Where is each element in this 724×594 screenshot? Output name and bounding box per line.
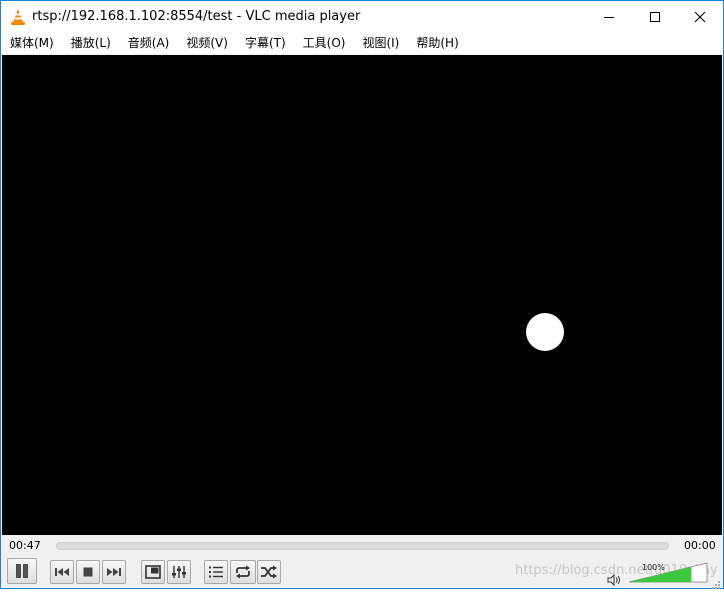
play-pause-button[interactable]	[7, 558, 37, 584]
volume-label: 100%	[642, 563, 665, 572]
stop-button[interactable]	[76, 560, 100, 584]
close-button[interactable]	[677, 1, 723, 32]
vlc-cone-icon[interactable]	[9, 8, 27, 26]
vlc-window: rtsp://192.168.1.102:8554/test - VLC med…	[0, 0, 724, 589]
speaker-icon[interactable]	[607, 571, 621, 590]
minimize-button[interactable]	[586, 1, 632, 32]
controls-panel: 00:47 00:00 https://blog.csdn.net/u010vi…	[1, 535, 723, 590]
resize-grip-icon[interactable]	[711, 575, 721, 594]
video-white-circle	[526, 313, 564, 351]
menu-tools[interactable]: 工具(O)	[294, 32, 354, 54]
shuffle-button[interactable]	[257, 560, 281, 584]
menu-playback[interactable]: 播放(L)	[62, 32, 119, 54]
previous-button[interactable]	[50, 560, 74, 584]
menu-view[interactable]: 视图(I)	[353, 32, 407, 54]
menu-video[interactable]: 视频(V)	[177, 32, 236, 54]
close-icon	[694, 11, 706, 22]
menu-media[interactable]: 媒体(M)	[1, 32, 62, 54]
window-title: rtsp://192.168.1.102:8554/test - VLC med…	[32, 9, 361, 24]
extended-settings-icon	[172, 566, 186, 578]
minimize-icon	[604, 16, 614, 18]
shuffle-icon	[261, 565, 277, 579]
loop-button[interactable]	[230, 560, 256, 584]
seek-bar[interactable]	[56, 542, 669, 550]
fullscreen-button[interactable]	[141, 560, 165, 584]
pause-icon	[16, 564, 28, 578]
elapsed-time[interactable]: 00:47	[9, 539, 41, 552]
menu-subtitle[interactable]: 字幕(T)	[236, 32, 294, 54]
video-area[interactable]	[2, 55, 722, 535]
next-button[interactable]	[102, 560, 126, 584]
menu-help[interactable]: 帮助(H)	[407, 32, 466, 54]
fullscreen-icon	[145, 565, 161, 579]
next-icon	[107, 568, 121, 576]
extended-settings-button[interactable]	[167, 560, 191, 584]
menu-bar: 媒体(M) 播放(L) 音频(A) 视频(V) 字幕(T) 工具(O) 视图(I…	[1, 32, 723, 54]
playlist-button[interactable]	[204, 560, 228, 584]
volume-slider[interactable]	[628, 562, 708, 583]
maximize-icon	[650, 11, 660, 22]
menu-audio[interactable]: 音频(A)	[119, 32, 178, 54]
maximize-button[interactable]	[632, 1, 678, 32]
previous-icon	[55, 568, 69, 576]
total-time[interactable]: 00:00	[684, 539, 716, 552]
stop-icon	[83, 567, 93, 577]
title-bar: rtsp://192.168.1.102:8554/test - VLC med…	[1, 1, 723, 32]
playlist-icon	[209, 566, 223, 578]
loop-icon	[236, 565, 250, 579]
